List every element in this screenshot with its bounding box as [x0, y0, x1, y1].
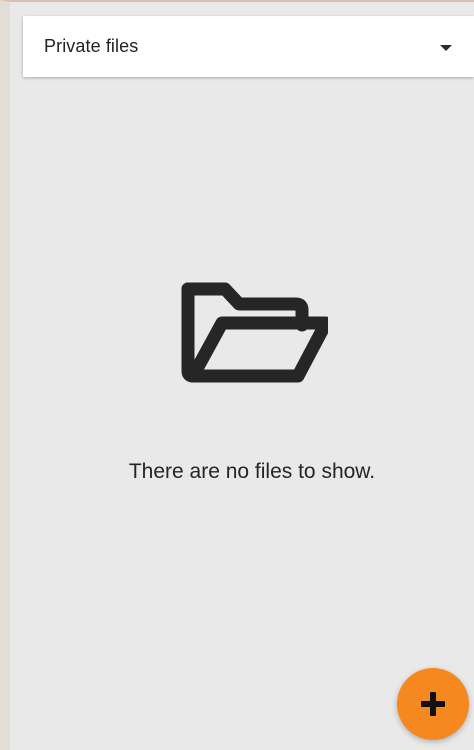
add-file-button[interactable] — [397, 668, 469, 740]
empty-state-message: There are no files to show. — [128, 460, 376, 483]
folder-open-icon — [181, 282, 328, 383]
app-screen: Private files There are no files to show… — [0, 0, 474, 750]
plus-icon — [421, 692, 445, 716]
empty-state: There are no files to show. — [10, 2, 474, 750]
